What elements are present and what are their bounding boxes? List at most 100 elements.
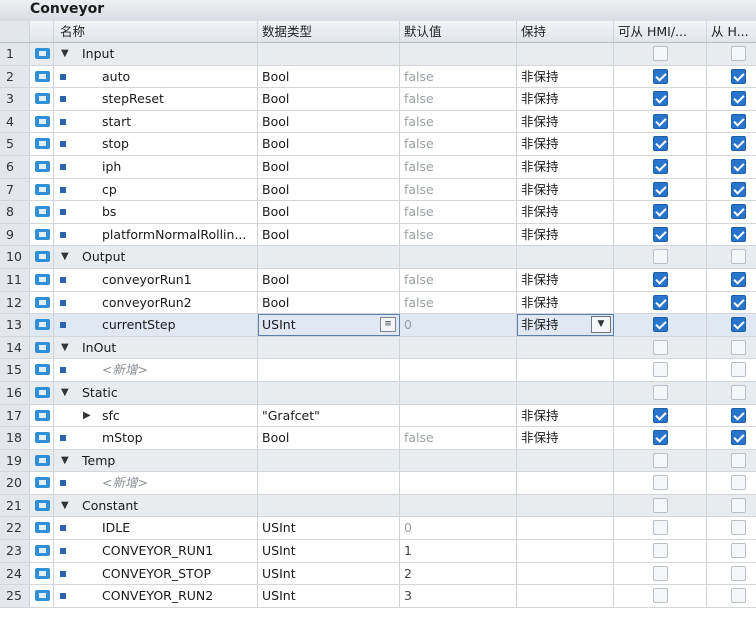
retain-cell[interactable]: 非保持 — [517, 427, 614, 449]
default-value-cell[interactable]: 2 — [400, 562, 517, 585]
retain-cell[interactable] — [517, 381, 614, 404]
column-header-default[interactable]: 默认值 — [400, 21, 517, 42]
hmi-from-checkbox[interactable] — [731, 362, 746, 378]
name-cell[interactable]: cp — [54, 178, 258, 201]
table-row[interactable]: 3 stepReset Bool false 非保持 — [0, 88, 756, 111]
section-row[interactable]: 10 ▼ Output — [0, 246, 756, 269]
hmi-access-checkbox[interactable] — [653, 497, 668, 513]
retain-cell[interactable] — [517, 585, 614, 607]
hmi-access-checkbox[interactable] — [653, 339, 668, 355]
default-value-cell[interactable] — [400, 404, 517, 427]
row-number[interactable]: 17 — [0, 404, 30, 427]
hmi-from-checkbox[interactable] — [731, 452, 746, 468]
retain-cell[interactable]: 非保持 — [517, 133, 614, 155]
datatype-cell[interactable] — [258, 359, 400, 381]
collapse-triangle-icon[interactable]: ▼ — [61, 382, 69, 403]
hmi-from-checkbox[interactable] — [731, 317, 746, 333]
row-number[interactable]: 19 — [0, 449, 30, 472]
variable-name[interactable]: auto — [102, 66, 130, 87]
hmi-access-checkbox[interactable] — [653, 565, 668, 581]
name-cell[interactable]: mStop — [54, 427, 258, 449]
add-new-entry[interactable]: <新增> — [102, 359, 148, 380]
hmi-access-checkbox[interactable] — [653, 158, 668, 174]
variable-name[interactable]: iph — [102, 156, 121, 177]
default-value-cell[interactable]: 0 — [400, 517, 517, 540]
row-number[interactable]: 16 — [0, 381, 30, 404]
name-cell[interactable]: ▼ Temp — [54, 449, 258, 472]
hmi-from-checkbox[interactable] — [731, 407, 746, 423]
row-number[interactable]: 9 — [0, 223, 30, 246]
default-value-cell[interactable]: false — [400, 427, 517, 449]
row-number[interactable]: 15 — [0, 359, 30, 381]
hmi-access-checkbox[interactable] — [653, 113, 668, 129]
hmi-from-checkbox[interactable] — [731, 158, 746, 174]
variable-name[interactable]: stop — [102, 133, 129, 154]
retain-cell[interactable]: 非保持 — [517, 201, 614, 223]
datatype-cell[interactable]: USInt — [258, 517, 400, 540]
hmi-access-checkbox[interactable] — [653, 136, 668, 152]
datatype-cell[interactable]: Bool — [258, 291, 400, 314]
hmi-from-checkbox[interactable] — [731, 46, 746, 61]
hmi-from-checkbox[interactable] — [731, 136, 746, 152]
retain-cell[interactable]: 非保持 — [517, 155, 614, 178]
hmi-access-checkbox[interactable] — [653, 181, 668, 197]
name-cell[interactable]: ▼ Constant — [54, 494, 258, 517]
retain-cell[interactable] — [517, 517, 614, 540]
row-number[interactable]: 11 — [0, 268, 30, 291]
default-value-cell[interactable]: false — [400, 291, 517, 314]
hmi-access-checkbox[interactable] — [653, 68, 668, 84]
retain-cell[interactable] — [517, 472, 614, 494]
collapse-triangle-icon[interactable]: ▼ — [61, 43, 69, 64]
retain-cell[interactable]: 非保持 ▼ — [517, 314, 614, 336]
default-value-cell[interactable] — [400, 449, 517, 472]
default-value-cell[interactable] — [400, 381, 517, 404]
column-header-datatype[interactable]: 数据类型 — [258, 21, 400, 42]
name-cell[interactable]: CONVEYOR_STOP — [54, 562, 258, 585]
row-number[interactable]: 6 — [0, 155, 30, 178]
default-value-cell[interactable] — [400, 246, 517, 268]
section-row[interactable]: 16 ▼ Static — [0, 381, 756, 405]
section-row[interactable]: 14 ▼ InOut — [0, 336, 756, 360]
name-cell[interactable]: CONVEYOR_RUN1 — [54, 540, 258, 562]
variable-name[interactable]: mStop — [102, 427, 143, 448]
variable-name[interactable]: stepReset — [102, 88, 164, 109]
variable-name[interactable]: platformNormalRollin... — [102, 224, 246, 245]
datatype-browse-icon[interactable]: ≡ — [380, 317, 396, 333]
datatype-cell[interactable] — [258, 246, 400, 268]
default-value-cell[interactable]: 1 — [400, 540, 517, 562]
table-row[interactable]: 4 start Bool false 非保持 — [0, 110, 756, 134]
table-row[interactable]: 7 cp Bool false 非保持 — [0, 178, 756, 202]
chevron-down-icon[interactable]: ▼ — [591, 316, 611, 334]
hmi-from-checkbox[interactable] — [731, 226, 746, 242]
datatype-cell[interactable] — [258, 472, 400, 494]
table-row[interactable]: 6 iph Bool false 非保持 — [0, 155, 756, 179]
hmi-access-checkbox[interactable] — [653, 271, 668, 287]
datatype-cell[interactable]: Bool — [258, 427, 400, 449]
retain-cell[interactable]: 非保持 — [517, 65, 614, 88]
name-cell[interactable]: start — [54, 110, 258, 133]
hmi-access-checkbox[interactable] — [653, 249, 668, 265]
datatype-cell[interactable] — [258, 494, 400, 517]
table-row[interactable]: 22 IDLE USInt 0 — [0, 517, 756, 541]
default-value-cell[interactable]: false — [400, 65, 517, 88]
hmi-access-checkbox[interactable] — [653, 317, 668, 333]
table-row[interactable]: 15 <新增> — [0, 359, 756, 382]
default-value-cell[interactable] — [400, 336, 517, 359]
add-new-entry[interactable]: <新增> — [102, 472, 148, 493]
variable-name[interactable]: CONVEYOR_RUN2 — [102, 585, 213, 606]
datatype-cell[interactable] — [258, 381, 400, 404]
table-row[interactable]: 23 CONVEYOR_RUN1 USInt 1 — [0, 540, 756, 563]
expand-triangle-icon[interactable]: ▶ — [83, 405, 91, 426]
retain-cell[interactable] — [517, 562, 614, 585]
name-cell[interactable]: <新增> — [54, 472, 258, 494]
default-value-cell[interactable]: 0 — [400, 314, 517, 336]
default-value-cell[interactable]: false — [400, 110, 517, 133]
name-cell[interactable]: stop — [54, 133, 258, 155]
variable-name[interactable]: currentStep — [102, 314, 176, 335]
row-number[interactable]: 24 — [0, 562, 30, 585]
hmi-access-checkbox[interactable] — [653, 588, 668, 604]
default-value-cell[interactable]: false — [400, 223, 517, 246]
retain-cell[interactable]: 非保持 — [517, 88, 614, 110]
section-row[interactable]: 21 ▼ Constant — [0, 494, 756, 518]
column-header-name[interactable]: 名称 — [54, 21, 258, 42]
